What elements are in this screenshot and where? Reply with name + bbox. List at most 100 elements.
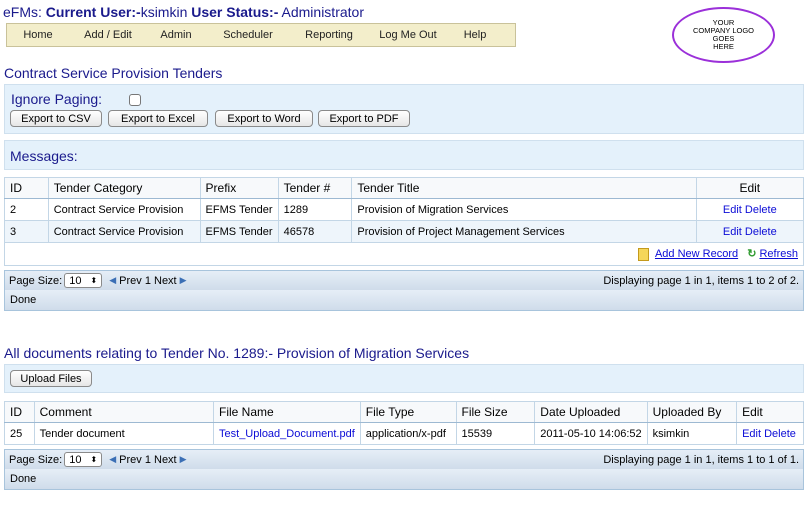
refresh-link[interactable]: Refresh <box>759 248 798 260</box>
col-tender-category[interactable]: Tender Category <box>47 177 201 199</box>
edit-link[interactable]: Edit <box>742 428 761 440</box>
upload-files-button[interactable]: Upload Files <box>10 370 92 387</box>
cell-actions: Edit Delete <box>695 220 805 243</box>
cell-file-type: application/x-pdf <box>359 422 457 445</box>
nav-add-edit[interactable]: Add / Edit <box>69 29 147 41</box>
page-number[interactable]: 1 <box>145 454 151 466</box>
nav-reporting[interactable]: Reporting <box>291 29 367 41</box>
current-user: ksimkin <box>140 4 188 20</box>
cell-title: Provision of Project Management Services <box>351 220 697 243</box>
cell-title: Provision of Migration Services <box>351 198 697 221</box>
edit-link[interactable]: Edit <box>723 226 742 238</box>
user-status-label: User Status:- <box>191 4 279 20</box>
table-row: 2 Contract Service Provision EFMS Tender… <box>4 198 805 221</box>
tenders-table: ID Tender Category Prefix Tender # Tende… <box>4 177 805 266</box>
cell-id: 2 <box>4 198 49 221</box>
add-new-record-link[interactable]: Add New Record <box>655 248 738 260</box>
export-pdf-button[interactable]: Export to PDF <box>318 110 410 127</box>
table-header-row: ID Comment File Name File Type File Size… <box>4 401 804 423</box>
cell-prefix: EFMS Tender <box>199 220 279 243</box>
delete-link[interactable]: Delete <box>745 226 777 238</box>
nav-log-me-out[interactable]: Log Me Out <box>367 29 449 41</box>
col-tender-number[interactable]: Tender # <box>277 177 353 199</box>
page-size-label: Page Size: <box>9 274 63 287</box>
next-link[interactable]: Next <box>154 454 177 466</box>
col-prefix[interactable]: Prefix <box>199 177 279 199</box>
nav-home[interactable]: Home <box>7 29 69 41</box>
col-edit: Edit <box>695 177 805 199</box>
page-size-value: 10 <box>69 274 82 287</box>
documents-status: Done <box>4 469 804 490</box>
cell-category: Contract Service Provision <box>47 198 201 221</box>
cell-actions: Edit Delete <box>736 422 804 445</box>
documents-title: All documents relating to Tender No. 128… <box>4 345 470 361</box>
table-row: 3 Contract Service Provision EFMS Tender… <box>4 220 805 243</box>
col-file-type[interactable]: File Type <box>359 401 457 423</box>
page-size-label: Page Size: <box>9 453 63 466</box>
edit-link[interactable]: Edit <box>723 204 742 216</box>
add-record-icon <box>637 247 649 261</box>
export-word-button[interactable]: Export to Word <box>215 110 313 127</box>
table-row: 25 Tender document Test_Upload_Document.… <box>4 422 804 445</box>
cell-file-size: 15539 <box>455 422 536 445</box>
nav-scheduler[interactable]: Scheduler <box>205 29 291 41</box>
delete-link[interactable]: Delete <box>764 428 796 440</box>
cell-date-uploaded: 2011-05-10 14:06:52 <box>534 422 648 445</box>
col-tender-title[interactable]: Tender Title <box>351 177 697 199</box>
ignore-paging-label: Ignore Paging: <box>11 91 103 107</box>
export-csv-button[interactable]: Export to CSV <box>10 110 102 127</box>
upload-panel: Upload Files <box>4 364 804 393</box>
cell-uploaded-by: ksimkin <box>646 422 738 445</box>
next-link[interactable]: Next <box>154 275 177 287</box>
page-size-value: 10 <box>69 453 82 466</box>
prev-link[interactable]: Prev <box>119 454 142 466</box>
cell-id: 25 <box>4 422 35 445</box>
col-date-uploaded[interactable]: Date Uploaded <box>534 401 648 423</box>
file-name-link[interactable]: Test_Upload_Document.pdf <box>213 422 361 445</box>
tenders-title: Contract Service Provision Tenders <box>4 65 223 81</box>
col-file-size[interactable]: File Size <box>455 401 536 423</box>
col-id[interactable]: ID <box>4 401 35 423</box>
col-comment[interactable]: Comment <box>33 401 215 423</box>
command-row: Add New Record ↻ Refresh <box>4 242 804 266</box>
col-edit: Edit <box>736 401 804 423</box>
cell-comment: Tender document <box>33 422 215 445</box>
col-file-name[interactable]: File Name <box>213 401 361 423</box>
col-uploaded-by[interactable]: Uploaded By <box>646 401 738 423</box>
tenders-pager: Page Size: 10 ⬍ ◀ Prev 1 Next ▶ Displayin… <box>4 270 804 291</box>
header-title: eFMs: Current User:-ksimkin User Status:… <box>3 4 364 20</box>
select-arrows-icon: ⬍ <box>90 276 98 285</box>
prev-link[interactable]: Prev <box>119 275 142 287</box>
app-name: eFMs: <box>3 4 42 20</box>
prev-arrow-icon: ◀ <box>109 275 117 285</box>
logo-line-4: HERE <box>713 42 734 51</box>
col-id[interactable]: ID <box>4 177 49 199</box>
ignore-paging-checkbox[interactable] <box>129 94 141 106</box>
messages-panel: Messages: <box>4 140 804 170</box>
export-panel: Ignore Paging: Export to CSV Export to E… <box>4 84 804 134</box>
cell-prefix: EFMS Tender <box>199 198 279 221</box>
documents-pager: Page Size: 10 ⬍ ◀ Prev 1 Next ▶ Displayin… <box>4 449 804 470</box>
table-header-row: ID Tender Category Prefix Tender # Tende… <box>4 177 805 199</box>
documents-table: ID Comment File Name File Type File Size… <box>4 401 804 445</box>
nav-admin[interactable]: Admin <box>147 29 205 41</box>
command-cell: Add New Record ↻ Refresh <box>4 242 804 266</box>
pager-summary: Displaying page 1 in 1, items 1 to 2 of … <box>603 274 799 287</box>
page-number[interactable]: 1 <box>145 275 151 287</box>
nav-help[interactable]: Help <box>449 29 501 41</box>
user-status: Administrator <box>281 4 364 20</box>
prev-arrow-icon: ◀ <box>109 454 117 464</box>
messages-label: Messages: <box>10 148 78 164</box>
company-logo: YOUR COMPANY LOGO GOES HERE <box>672 7 775 63</box>
export-excel-button[interactable]: Export to Excel <box>108 110 208 127</box>
page-size-select[interactable]: 10 ⬍ <box>64 452 103 467</box>
current-user-label: Current User:- <box>45 4 141 20</box>
refresh-icon: ↻ <box>747 248 757 261</box>
next-arrow-icon: ▶ <box>179 454 187 464</box>
main-nav: Home Add / Edit Admin Scheduler Reportin… <box>6 23 516 47</box>
tenders-status: Done <box>4 290 804 311</box>
delete-link[interactable]: Delete <box>745 204 777 216</box>
page-size-select[interactable]: 10 ⬍ <box>64 273 103 288</box>
cell-tender-number: 1289 <box>277 198 353 221</box>
cell-tender-number: 46578 <box>277 220 353 243</box>
